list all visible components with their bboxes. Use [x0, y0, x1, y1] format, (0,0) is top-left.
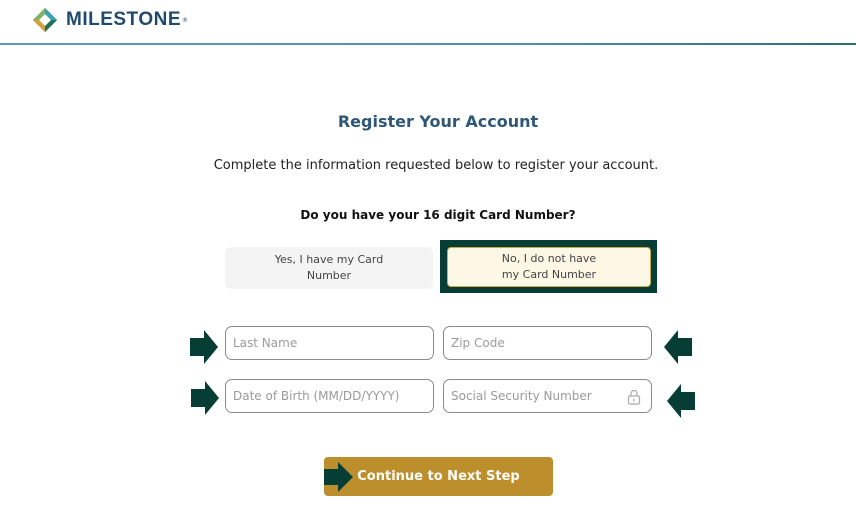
- date-of-birth-input[interactable]: [226, 380, 433, 412]
- no-card-label-line1: No, I do not have: [501, 252, 597, 265]
- have-card-label-line1: Yes, I have my Card: [274, 253, 384, 266]
- ssn-input[interactable]: [444, 380, 651, 412]
- ssn-field[interactable]: [443, 379, 652, 413]
- card-number-question: Do you have your 16 digit Card Number?: [300, 208, 576, 222]
- arrow-right-icon: [191, 381, 219, 415]
- arrow-left-icon: [664, 330, 692, 364]
- have-card-label-line2: Number: [306, 269, 352, 282]
- lock-icon: [627, 389, 641, 405]
- have-card-button[interactable]: Yes, I have my Card Number: [225, 247, 433, 289]
- continue-button[interactable]: Continue to Next Step: [324, 457, 553, 496]
- header-divider: [0, 43, 856, 45]
- zip-code-input[interactable]: [444, 327, 651, 359]
- last-name-field[interactable]: [225, 326, 434, 360]
- zip-code-field[interactable]: [443, 326, 652, 360]
- no-card-button[interactable]: No, I do not have my Card Number: [447, 247, 651, 287]
- last-name-input[interactable]: [226, 327, 433, 359]
- milestone-logo-icon: [33, 8, 57, 32]
- site-header: MILESTONE ®: [0, 0, 856, 45]
- registered-mark: ®: [182, 16, 188, 24]
- brand-logo[interactable]: MILESTONE ®: [32, 7, 188, 33]
- date-of-birth-field[interactable]: [225, 379, 434, 413]
- arrow-right-icon: [324, 462, 353, 492]
- continue-label: Continue to Next Step: [357, 469, 520, 484]
- page-subtitle: Complete the information requested below…: [213, 158, 659, 173]
- brand-name: MILESTONE: [66, 9, 181, 30]
- arrow-right-icon: [190, 330, 218, 364]
- page-title: Register Your Account: [337, 112, 539, 131]
- arrow-left-icon: [667, 384, 695, 418]
- no-card-label-line2: my Card Number: [501, 268, 597, 281]
